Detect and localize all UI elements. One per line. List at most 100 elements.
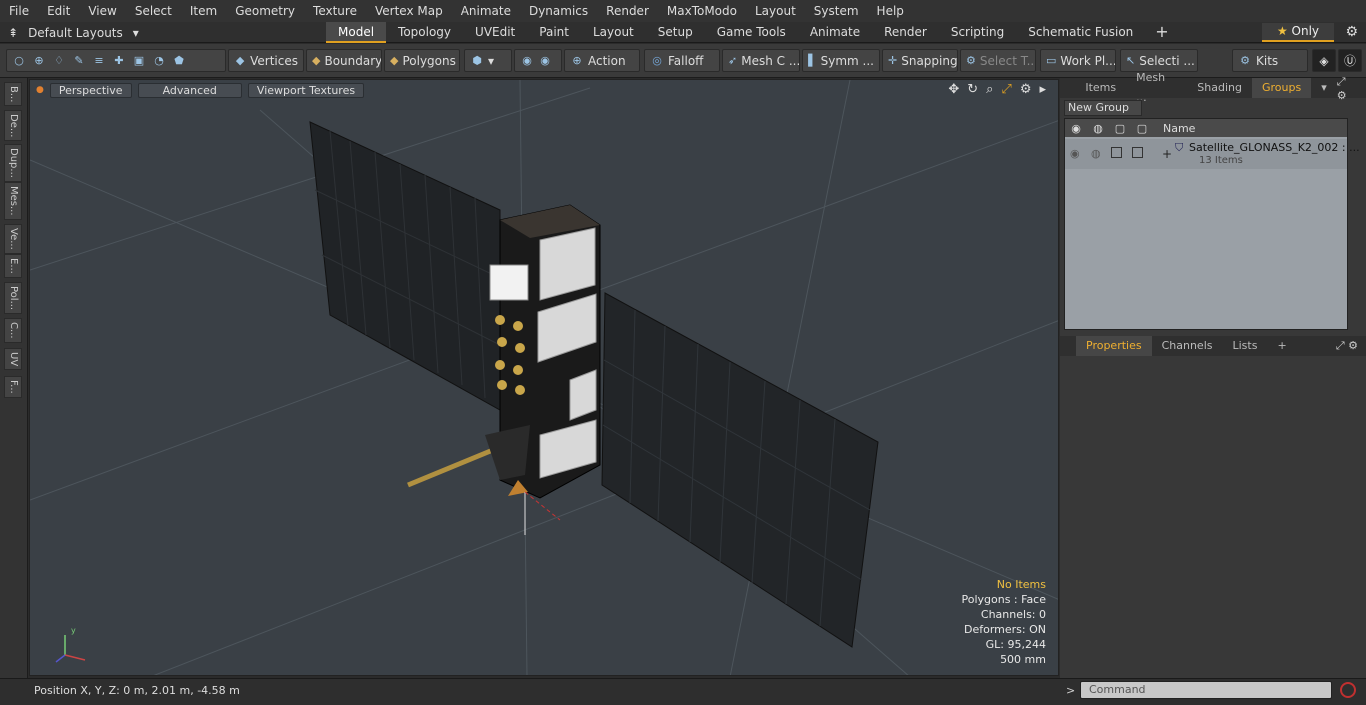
chevron-down-icon[interactable]: ▾ [1311,78,1337,98]
rotate-icon[interactable]: ◔ [152,54,166,68]
tab-render[interactable]: Render [872,22,939,43]
group-row[interactable]: ◉ ◍ + ⛉ Satellite_GLONASS_K2_002 : ... 1… [1065,139,1360,169]
falloff-button[interactable]: ◎ Falloff [644,49,720,72]
tab-scripting[interactable]: Scripting [939,22,1016,43]
record-macro-icon[interactable] [1340,682,1356,698]
menu-file[interactable]: File [0,0,38,22]
tab-items[interactable]: Items [1075,78,1126,98]
sidetab-polygon[interactable]: Pol... [4,282,22,315]
symmetry-button[interactable]: ▌ Symm ... [802,49,880,72]
unreal-button[interactable]: Ⓤ [1338,49,1362,72]
viewport-textures-button[interactable]: Viewport Textures [247,82,365,98]
sidetab-deform[interactable]: De... [4,110,22,142]
tab-setup[interactable]: Setup [646,22,705,43]
menu-animate[interactable]: Animate [452,0,520,22]
boundary-button[interactable]: ◆ Boundary [306,49,382,72]
expand-plus-icon[interactable]: + [1162,147,1172,161]
menu-geometry[interactable]: Geometry [226,0,304,22]
align-icon[interactable]: ≡ [92,54,106,68]
sidetab-duplicate[interactable]: Dup... [4,144,22,182]
tab-lists[interactable]: Lists [1223,336,1268,356]
sidetab-uv[interactable]: UV [4,348,22,371]
select-through-button[interactable]: ⚙ Select T... [960,49,1036,72]
sidetab-basic[interactable]: B... [4,82,22,107]
play-arrow-icon[interactable]: ▸ [1039,82,1046,97]
unity-button[interactable]: ◈ [1312,49,1336,72]
circle-icon[interactable]: ○ [12,54,26,68]
new-group-button[interactable]: New Group [1064,100,1142,116]
sidetab-mesh-edit[interactable]: Mes... [4,182,22,220]
layout-toggle-icon[interactable]: ⇞ [8,26,18,40]
menu-layout[interactable]: Layout [746,0,805,22]
pen-icon[interactable]: ♢ [52,54,66,68]
left-solar-panel [309,121,501,411]
row-visibility-icon[interactable]: ◉ [1070,147,1080,160]
row-render-checkbox[interactable] [1111,147,1122,158]
pan-icon[interactable]: ✥ [948,82,959,97]
row-lock-icon[interactable]: ◍ [1091,147,1101,160]
menu-edit[interactable]: Edit [38,0,79,22]
groups-list[interactable]: ◉ ◍ ▢ ▢ Name ◉ ◍ + ⛉ Satellite_GLONASS_K… [1064,118,1360,330]
menu-texture[interactable]: Texture [304,0,366,22]
menu-render[interactable]: Render [597,0,658,22]
viewport-settings-icon[interactable]: ⚙ [1020,82,1032,97]
sidetab-fusion[interactable]: F... [4,376,22,398]
menu-dynamics[interactable]: Dynamics [520,0,597,22]
only-button[interactable]: ★ Only [1262,23,1334,42]
gear-icon[interactable]: ⚙ [1345,24,1358,40]
work-plane-button[interactable]: ▭ Work Pl... [1040,49,1116,72]
vertices-button[interactable]: ◆ Vertices [228,49,304,72]
add-tab-icon[interactable]: + [1267,336,1296,356]
tab-animate[interactable]: Animate [798,22,872,43]
render-icon[interactable]: ▢ [1109,122,1131,135]
select-icon[interactable]: ▢ [1131,122,1153,135]
tab-paint[interactable]: Paint [527,22,581,43]
sidetab-vertex[interactable]: Ve... [4,224,22,254]
move-icon[interactable]: ✚ [112,54,126,68]
item-mode-button[interactable]: ⬢ ▾ [464,49,512,72]
mesh-constraint-button[interactable]: ➶ Mesh C ... [722,49,800,72]
shield-icon[interactable]: ⬟ [172,54,186,68]
tab-groups[interactable]: Groups [1251,78,1312,98]
command-input[interactable]: Command [1080,681,1332,699]
menu-maxtomodo[interactable]: MaxToModo [658,0,746,22]
action-button[interactable]: ⊕ Action [564,49,640,72]
eye-icon[interactable]: ◉ [1065,122,1087,135]
add-tab-icon[interactable]: + [1145,22,1178,43]
symmetry-toggle-group[interactable]: ◉ ◉ [514,49,562,72]
3d-viewport[interactable]: y ● Perspective Advanced Viewport Textur… [29,79,1059,676]
row-select-checkbox[interactable] [1132,147,1143,158]
tab-schematic-fusion[interactable]: Schematic Fusion [1016,22,1145,43]
menu-view[interactable]: View [79,0,125,22]
menu-select[interactable]: Select [126,0,181,22]
sidetab-curve[interactable]: C... [4,318,22,343]
brush-icon[interactable]: ✎ [72,54,86,68]
tab-properties[interactable]: Properties [1076,336,1152,356]
orbit-icon[interactable]: ↻ [967,82,978,97]
polygons-button[interactable]: ◆ Polygons [384,49,460,72]
tab-game-tools[interactable]: Game Tools [705,22,798,43]
box-select-icon[interactable]: ▣ [132,54,146,68]
menu-item[interactable]: Item [181,0,226,22]
expand-panel-icon[interactable]: ⤢ ⚙ [1337,75,1366,102]
snapping-button[interactable]: ✛ Snapping [882,49,958,72]
tab-shading[interactable]: Shading [1187,78,1252,98]
layouts-dropdown[interactable]: ⇞ Default Layouts ▾ [8,22,139,43]
menu-system[interactable]: System [805,0,868,22]
expand-panel-icon[interactable]: ⤢ ⚙ [1336,339,1366,353]
fit-view-icon[interactable]: ⤢ [1001,82,1011,97]
globe-icon[interactable]: ⊕ [32,54,46,68]
sidetab-edge[interactable]: E... [4,254,22,278]
tab-channels[interactable]: Channels [1152,336,1223,356]
lock-icon[interactable]: ◍ [1087,122,1109,135]
kits-button[interactable]: ⚙ Kits [1232,49,1308,72]
perspective-button[interactable]: Perspective [49,82,132,98]
tab-model[interactable]: Model [326,22,387,43]
tab-topology[interactable]: Topology [386,22,463,43]
menu-vertex-map[interactable]: Vertex Map [366,0,452,22]
tab-layout[interactable]: Layout [581,22,646,43]
menu-help[interactable]: Help [868,0,913,22]
tab-uvedit[interactable]: UVEdit [463,22,527,43]
advanced-button[interactable]: Advanced [137,82,242,98]
zoom-icon[interactable]: ⌕ [986,82,993,97]
